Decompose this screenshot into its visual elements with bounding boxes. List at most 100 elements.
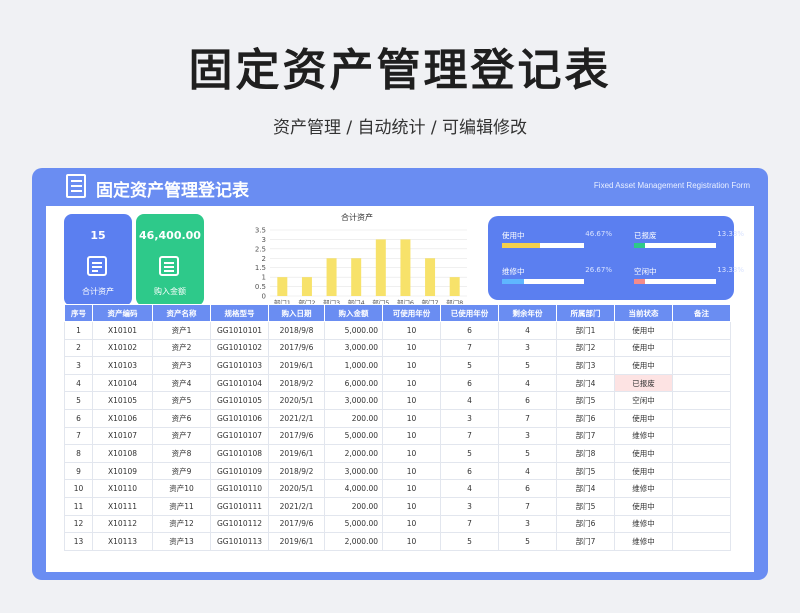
table-cell: 200.00 bbox=[324, 408, 383, 428]
table-cell: 200.00 bbox=[324, 496, 383, 516]
column-header: 购入金额 bbox=[324, 304, 383, 322]
table-cell: X10107 bbox=[92, 426, 153, 446]
table-row: 3 X10103 资产3 GG1010103 2019/6/1 1,000.00 10 5 5 部… bbox=[64, 356, 731, 375]
chart-bar bbox=[425, 258, 436, 296]
status-item: 空闲中 13.33% bbox=[634, 266, 744, 296]
table-cell: 7 bbox=[440, 338, 499, 358]
table-cell: 7 bbox=[440, 426, 499, 446]
table-cell: 资产3 bbox=[152, 356, 211, 375]
table-cell: 11 bbox=[64, 496, 93, 516]
table-cell bbox=[672, 408, 731, 428]
purchase-amount-value: 46,400.00 bbox=[139, 229, 201, 242]
form-header: 固定资产管理登记表 Fixed Asset Management Registr… bbox=[32, 168, 768, 206]
table-cell: 13 bbox=[64, 532, 93, 551]
table-cell: X10106 bbox=[92, 408, 153, 428]
table-cell bbox=[672, 514, 731, 534]
table-cell: 使用中 bbox=[614, 338, 673, 358]
table-cell: 资产8 bbox=[152, 444, 211, 463]
table-cell: X10108 bbox=[92, 444, 153, 463]
status-summary-panel: 使用中 46.67% 已报废 13.33% 维修中 26.67% 空闲中 13.33% bbox=[488, 216, 744, 300]
chart-bar bbox=[375, 239, 386, 296]
table-cell: 5,000.00 bbox=[324, 426, 383, 446]
status-item: 维修中 26.67% bbox=[502, 266, 612, 296]
form-title: 固定资产管理登记表 bbox=[96, 181, 249, 201]
table-cell: 部门6 bbox=[556, 408, 615, 428]
table-cell: 维修中 bbox=[614, 426, 673, 446]
table-row: 7 X10107 资产7 GG1010107 2017/9/6 5,000.00 10 7 3 部… bbox=[64, 426, 731, 446]
table-row: 11 X10111 资产11 GG1010111 2021/2/1 200.00 10 3 7 部… bbox=[64, 496, 731, 516]
table-cell: 5,000.00 bbox=[324, 321, 383, 340]
table-cell: 维修中 bbox=[614, 514, 673, 534]
y-tick-label: 1.5 bbox=[255, 264, 266, 272]
table-cell: 部门5 bbox=[556, 391, 615, 410]
table-cell: 10 bbox=[382, 514, 441, 534]
form-title-english: Fixed Asset Management Registration Form bbox=[593, 181, 750, 190]
table-cell: GG1010111 bbox=[210, 496, 269, 516]
table-cell: 9 bbox=[64, 461, 93, 481]
table-cell: 4 bbox=[440, 391, 499, 410]
status-progress-fill bbox=[634, 243, 645, 248]
table-cell: 5 bbox=[440, 532, 499, 551]
y-tick-label: 2.5 bbox=[255, 245, 266, 253]
table-cell: GG1010109 bbox=[210, 461, 269, 481]
column-header: 资产名称 bbox=[152, 304, 211, 322]
table-cell: 3 bbox=[498, 426, 557, 446]
table-row: 12 X10112 资产12 GG1010112 2017/9/6 5,000.00 10 7… bbox=[64, 514, 731, 534]
chart-bar bbox=[326, 258, 337, 296]
table-cell bbox=[672, 321, 731, 340]
table-cell: 2017/9/6 bbox=[268, 514, 325, 534]
table-cell: 部门8 bbox=[556, 444, 615, 463]
status-item: 已报废 13.33% bbox=[634, 230, 744, 260]
table-cell: 1 bbox=[64, 321, 93, 340]
table-cell: 资产7 bbox=[152, 426, 211, 446]
table-cell bbox=[672, 479, 731, 498]
table-cell: 3,000.00 bbox=[324, 391, 383, 410]
status-name: 使用中 bbox=[502, 231, 525, 240]
table-cell: 4 bbox=[64, 373, 93, 393]
table-cell: 6 bbox=[440, 461, 499, 481]
table-cell: 10 bbox=[382, 321, 441, 340]
table-cell: X10102 bbox=[92, 338, 153, 358]
table-cell bbox=[672, 391, 731, 410]
table-cell: GG1010101 bbox=[210, 321, 269, 340]
table-row: 4 X10104 资产4 GG1010104 2018/9/2 6,000.00 10 6 4 部… bbox=[64, 373, 731, 393]
form-frame: 固定资产管理登记表 Fixed Asset Management Registr… bbox=[32, 168, 768, 580]
table-cell: X10109 bbox=[92, 461, 153, 481]
table-cell: 使用中 bbox=[614, 496, 673, 516]
page-subtitle: 资产管理 / 自动统计 / 可编辑修改 bbox=[272, 118, 528, 138]
table-cell: 部门2 bbox=[556, 338, 615, 358]
table-cell: 5 bbox=[440, 356, 499, 375]
table-cell: 3,000.00 bbox=[324, 461, 383, 481]
table-cell bbox=[672, 426, 731, 446]
table-cell: 资产13 bbox=[152, 532, 211, 551]
table-cell: X10104 bbox=[92, 373, 153, 393]
chart-bar bbox=[449, 277, 460, 296]
y-tick-label: 3 bbox=[262, 236, 266, 244]
document-edit-icon bbox=[87, 256, 107, 276]
y-tick-label: 0.5 bbox=[255, 283, 266, 291]
table-row: 9 X10109 资产9 GG1010109 2018/9/2 3,000.00 10 6 4 部… bbox=[64, 461, 731, 481]
column-header: 规格型号 bbox=[210, 304, 269, 322]
status-percent: 46.67% bbox=[585, 230, 612, 238]
table-cell: 10 bbox=[382, 356, 441, 375]
table-cell: 维修中 bbox=[614, 532, 673, 551]
table-cell: 7 bbox=[498, 408, 557, 428]
table-cell: GG1010108 bbox=[210, 444, 269, 463]
table-cell: GG1010103 bbox=[210, 356, 269, 375]
table-cell: 资产12 bbox=[152, 514, 211, 534]
table-cell: 6 bbox=[440, 321, 499, 340]
table-cell: 2018/9/2 bbox=[268, 373, 325, 393]
table-cell: 2020/5/1 bbox=[268, 391, 325, 410]
column-header: 序号 bbox=[64, 304, 93, 322]
table-cell: 4 bbox=[498, 321, 557, 340]
status-item: 使用中 46.67% bbox=[502, 230, 612, 260]
table-cell: 资产11 bbox=[152, 496, 211, 516]
status-percent: 13.33% bbox=[717, 230, 744, 238]
table-cell: 10 bbox=[382, 444, 441, 463]
y-tick-label: 0 bbox=[262, 293, 266, 301]
total-assets-label: 合计资产 bbox=[82, 287, 114, 296]
money-icon bbox=[159, 256, 179, 276]
table-cell: 资产1 bbox=[152, 321, 211, 340]
table-cell: X10111 bbox=[92, 496, 153, 516]
table-cell: 部门5 bbox=[556, 496, 615, 516]
